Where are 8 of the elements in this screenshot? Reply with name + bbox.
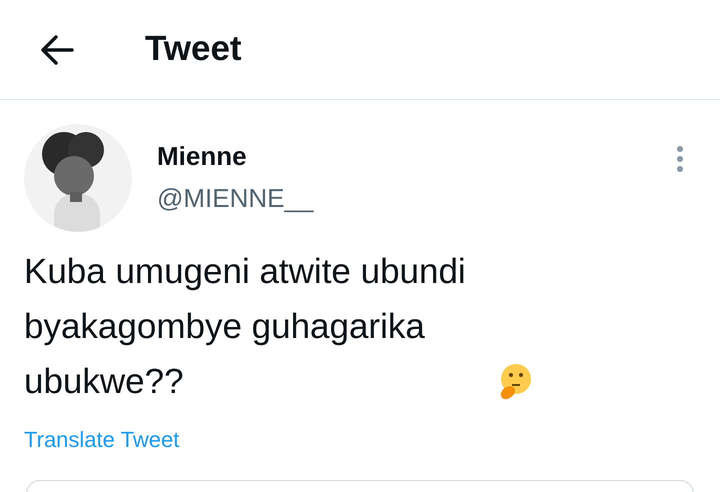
translate-link[interactable]: Translate Tweet: [24, 423, 696, 456]
user-handle: @MIENNE__: [157, 182, 314, 214]
tweet-text: Kuba umugeni atwite ubundi byakagombye guhagarika ubukwe??: [24, 251, 467, 403]
user-name: Mienne: [157, 140, 248, 172]
thinking-face-icon: [498, 363, 532, 401]
more-options-icon[interactable]: [676, 146, 684, 172]
page-title: Tweet: [145, 28, 242, 70]
back-arrow-icon[interactable]: [40, 34, 74, 64]
